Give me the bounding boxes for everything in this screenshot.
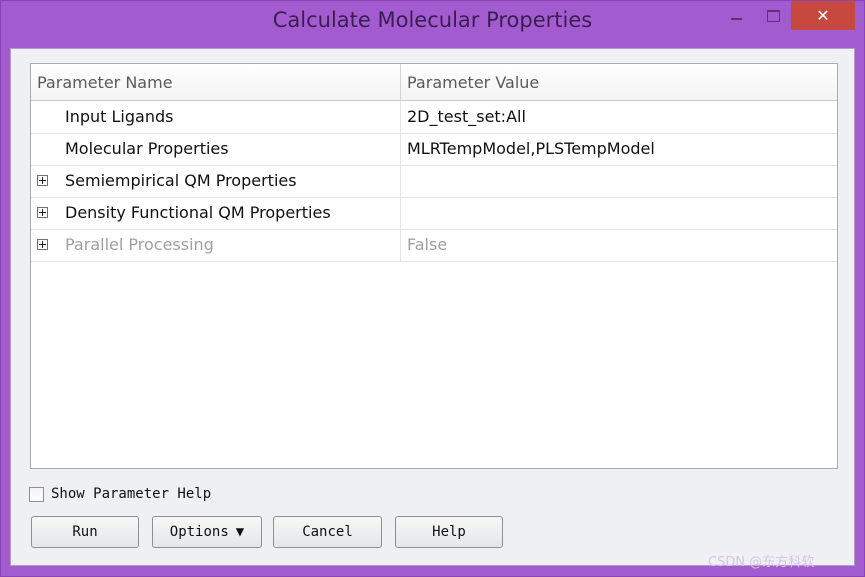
title-bar[interactable]: Calculate Molecular Properties ✕ <box>1 1 864 47</box>
cancel-button[interactable]: Cancel <box>273 516 382 548</box>
show-parameter-help-checkbox[interactable] <box>29 486 44 502</box>
help-button[interactable]: Help <box>395 516 503 548</box>
parameter-grid: Parameter Name Parameter Value Input Lig… <box>30 63 838 469</box>
parameter-value-cell[interactable]: 2D_test_set:All <box>407 101 827 133</box>
parameter-name-cell: Parallel Processing <box>65 229 401 261</box>
run-button[interactable]: Run <box>31 516 139 548</box>
dialog-body: Parameter Name Parameter Value Input Lig… <box>10 48 855 566</box>
run-button-label: Run <box>72 524 98 540</box>
grid-row-semiempirical-qm-properties[interactable]: Semiempirical QM Properties <box>31 165 837 198</box>
options-button[interactable]: Options ▼ <box>152 516 262 548</box>
help-button-label: Help <box>432 524 466 540</box>
parameter-name-cell: Density Functional QM Properties <box>65 197 401 229</box>
show-parameter-help-label[interactable]: Show Parameter Help <box>51 486 211 502</box>
dropdown-arrow-icon: ▼ <box>235 524 245 540</box>
parameter-value-cell[interactable] <box>407 165 827 197</box>
grid-row-parallel-processing[interactable]: Parallel Processing False <box>31 229 837 262</box>
minimize-button[interactable] <box>713 1 759 31</box>
parameter-name-cell: Input Ligands <box>65 101 401 133</box>
minimize-icon <box>730 18 742 20</box>
grid-row-density-functional-qm-properties[interactable]: Density Functional QM Properties <box>31 197 837 230</box>
parameter-value-cell[interactable] <box>407 197 827 229</box>
options-button-label: Options <box>169 524 229 540</box>
grid-header: Parameter Name Parameter Value <box>31 64 837 101</box>
maximize-button[interactable] <box>759 1 787 31</box>
parameter-name-cell: Semiempirical QM Properties <box>65 165 401 197</box>
maximize-icon <box>766 10 780 22</box>
close-button[interactable]: ✕ <box>791 1 855 30</box>
column-header-parameter-value[interactable]: Parameter Value <box>401 64 837 100</box>
expand-plus-icon[interactable] <box>37 175 48 186</box>
parameter-value-cell[interactable]: False <box>407 229 827 261</box>
expand-plus-icon[interactable] <box>37 207 48 218</box>
parameter-name-cell: Molecular Properties <box>65 133 401 165</box>
close-icon: ✕ <box>816 6 830 25</box>
show-parameter-help-option[interactable]: Show Parameter Help <box>29 483 211 505</box>
expand-plus-icon[interactable] <box>37 239 48 250</box>
parameter-value-cell[interactable]: MLRTempModel,PLSTempModel <box>407 133 827 165</box>
grid-row-molecular-properties[interactable]: Molecular Properties MLRTempModel,PLSTem… <box>31 133 837 166</box>
watermark-text: CSDN @东方科软 <box>708 555 815 570</box>
column-header-parameter-name[interactable]: Parameter Name <box>31 64 401 100</box>
grid-row-input-ligands[interactable]: Input Ligands 2D_test_set:All <box>31 101 837 134</box>
dialog-window: Calculate Molecular Properties ✕ Paramet… <box>0 0 865 577</box>
cancel-button-label: Cancel <box>302 524 353 540</box>
